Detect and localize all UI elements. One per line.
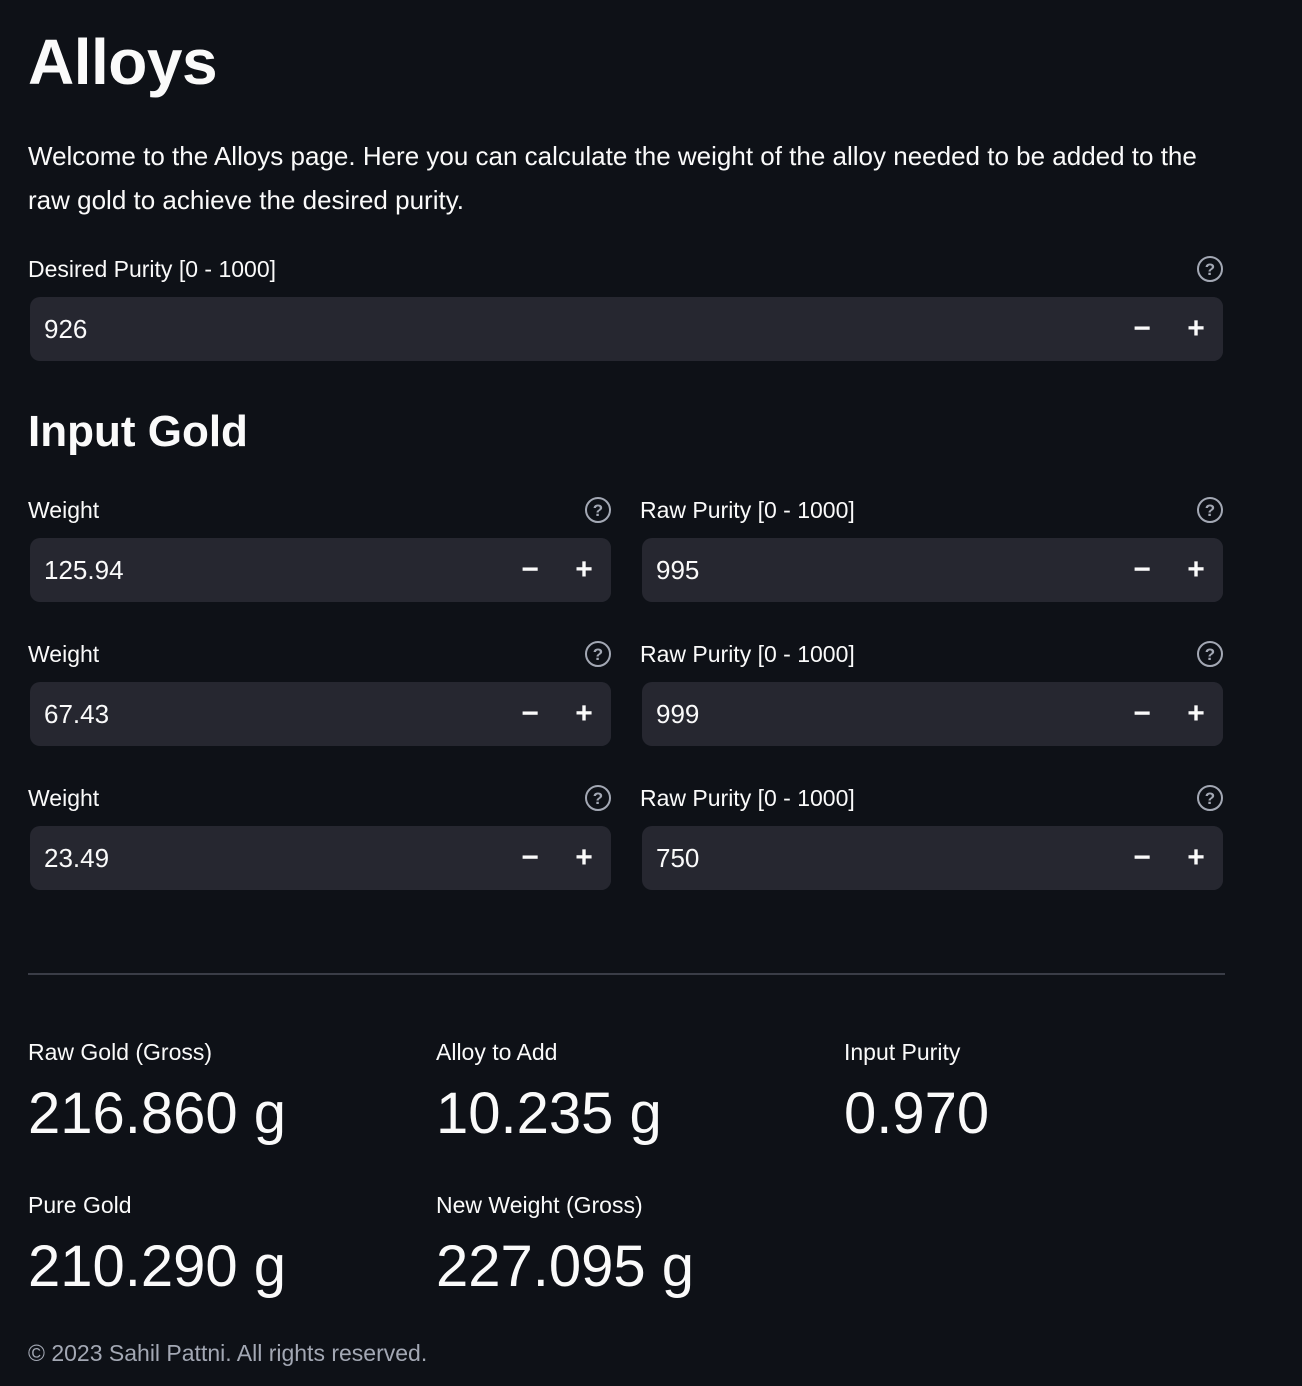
metric-value: 10.235 g (436, 1081, 662, 1146)
raw-gold-metric: Raw Gold (Gross) 216.860 g (28, 1037, 286, 1149)
weight-input[interactable]: 125.94 − + (30, 538, 611, 602)
raw-purity-label: Raw Purity [0 - 1000] (640, 784, 855, 811)
metric-label: New Weight (Gross) (436, 1192, 643, 1218)
page-title: Alloys (28, 26, 218, 98)
help-icon[interactable]: ? (585, 785, 611, 811)
new-weight-metric: New Weight (Gross) 227.095 g (436, 1190, 694, 1302)
weight-label: Weight (28, 640, 100, 667)
decrement-button[interactable]: − (503, 538, 557, 602)
raw-purity-label: Raw Purity [0 - 1000] (640, 640, 855, 667)
help-icon[interactable]: ? (1197, 785, 1223, 811)
increment-button[interactable]: + (1169, 826, 1223, 890)
weight-field: Weight ? 23.49 − + (28, 781, 612, 890)
raw-purity-input[interactable]: 999 − + (642, 682, 1223, 746)
weight-input[interactable]: 23.49 − + (30, 826, 611, 890)
alloys-page: Alloys Welcome to the Alloys page. Here … (0, 0, 1302, 1386)
metric-label: Input Purity (844, 1039, 961, 1065)
raw-purity-field: Raw Purity [0 - 1000] ? 750 − + (640, 781, 1224, 890)
help-icon[interactable]: ? (1197, 497, 1223, 523)
raw-purity-field: Raw Purity [0 - 1000] ? 995 − + (640, 493, 1224, 602)
metric-label: Alloy to Add (436, 1039, 558, 1065)
increment-button[interactable]: + (557, 538, 611, 602)
desired-purity-field: Desired Purity [0 - 1000] ? 926 − + (28, 252, 1224, 361)
weight-input[interactable]: 67.43 − + (30, 682, 611, 746)
desired-purity-input[interactable]: 926 − + (30, 297, 1223, 361)
divider (28, 973, 1225, 975)
weight-value[interactable]: 125.94 (30, 555, 503, 586)
metric-value: 0.970 (844, 1081, 990, 1146)
footer-copyright: © 2023 Sahil Pattni. All rights reserved… (28, 1340, 428, 1366)
decrement-button[interactable]: − (1115, 682, 1169, 746)
weight-field: Weight ? 67.43 − + (28, 637, 612, 746)
desired-purity-value[interactable]: 926 (30, 314, 1115, 345)
intro-text: Welcome to the Alloys page. Here you can… (28, 141, 1197, 215)
raw-purity-value[interactable]: 750 (642, 843, 1115, 874)
metric-label: Raw Gold (Gross) (28, 1039, 213, 1065)
help-icon[interactable]: ? (585, 497, 611, 523)
weight-label: Weight (28, 784, 100, 811)
raw-purity-value[interactable]: 995 (642, 555, 1115, 586)
input-gold-heading: Input Gold (28, 407, 248, 456)
help-icon[interactable]: ? (585, 641, 611, 667)
raw-purity-label: Raw Purity [0 - 1000] (640, 496, 855, 523)
alloy-to-add-metric: Alloy to Add 10.235 g (436, 1037, 662, 1149)
metric-value: 216.860 g (28, 1081, 287, 1146)
input-purity-metric: Input Purity 0.970 (844, 1037, 989, 1149)
increment-button[interactable]: + (1169, 538, 1223, 602)
metric-value: 210.290 g (28, 1234, 287, 1299)
decrement-button[interactable]: − (503, 826, 557, 890)
increment-button[interactable]: + (1169, 297, 1223, 361)
raw-purity-value[interactable]: 999 (642, 699, 1115, 730)
increment-button[interactable]: + (1169, 682, 1223, 746)
decrement-button[interactable]: − (503, 682, 557, 746)
raw-purity-input[interactable]: 750 − + (642, 826, 1223, 890)
raw-purity-input[interactable]: 995 − + (642, 538, 1223, 602)
help-icon[interactable]: ? (1197, 256, 1223, 282)
weight-label: Weight (28, 496, 100, 523)
decrement-button[interactable]: − (1115, 538, 1169, 602)
decrement-button[interactable]: − (1115, 826, 1169, 890)
increment-button[interactable]: + (557, 826, 611, 890)
decrement-button[interactable]: − (1115, 297, 1169, 361)
weight-field: Weight ? 125.94 − + (28, 493, 612, 602)
metric-label: Pure Gold (28, 1192, 132, 1218)
desired-purity-label: Desired Purity [0 - 1000] (28, 255, 277, 282)
metric-value: 227.095 g (436, 1234, 695, 1299)
weight-value[interactable]: 67.43 (30, 699, 503, 730)
help-icon[interactable]: ? (1197, 641, 1223, 667)
pure-gold-metric: Pure Gold 210.290 g (28, 1190, 286, 1302)
weight-value[interactable]: 23.49 (30, 843, 503, 874)
raw-purity-field: Raw Purity [0 - 1000] ? 999 − + (640, 637, 1224, 746)
increment-button[interactable]: + (557, 682, 611, 746)
